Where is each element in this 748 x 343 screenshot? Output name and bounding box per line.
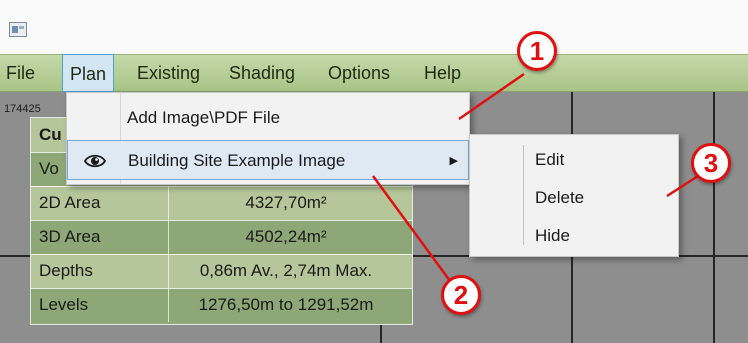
callout-1: 1 xyxy=(517,31,557,71)
submenu-item-delete[interactable]: Delete xyxy=(535,188,584,208)
info-row: 3D Area 4502,24m² xyxy=(31,220,412,254)
info-value: 4327,70m² xyxy=(245,193,327,212)
info-label: Depths xyxy=(39,261,93,280)
grid-line xyxy=(713,92,715,343)
info-row: Levels 1276,50m to 1291,52m xyxy=(31,288,412,322)
menu-shading[interactable]: Shading xyxy=(229,63,295,84)
menu-options[interactable]: Options xyxy=(328,63,390,84)
coordinate-label: 174425 xyxy=(4,103,41,115)
submenu-item-edit[interactable]: Edit xyxy=(535,150,564,170)
info-label: Cu xyxy=(39,125,62,144)
info-row: Depths 0,86m Av., 2,74m Max. xyxy=(31,254,412,288)
menu-file[interactable]: File xyxy=(6,63,35,84)
info-label: Levels xyxy=(39,295,89,314)
menu-item-label: Add Image\PDF File xyxy=(127,108,281,127)
callout-3: 3 xyxy=(691,143,731,183)
info-value: 1276,50m to 1291,52m xyxy=(198,295,374,314)
menu-existing[interactable]: Existing xyxy=(137,63,200,84)
info-label: 3D Area xyxy=(39,227,101,246)
image-submenu: Edit Delete Hide xyxy=(469,134,679,257)
plan-dropdown-menu: Add Image\PDF File Building Site Example… xyxy=(66,92,470,185)
info-row: 2D Area 4327,70m² xyxy=(31,186,412,220)
info-label: 2D Area xyxy=(39,193,101,212)
menu-item-label: Building Site Example Image xyxy=(128,151,346,170)
menu-help[interactable]: Help xyxy=(424,63,461,84)
menu-item-building-site-image[interactable]: Building Site Example Image ▶ xyxy=(67,140,469,180)
submenu-arrow-icon: ▶ xyxy=(449,155,458,167)
callout-2: 2 xyxy=(441,275,481,315)
title-bar xyxy=(0,0,748,54)
menu-plan[interactable]: Plan xyxy=(62,54,115,92)
menu-bar: File Plan Existing Shading Options Help xyxy=(0,54,748,92)
info-label: Vo xyxy=(39,159,59,178)
menu-item-add-image-pdf[interactable]: Add Image\PDF File xyxy=(67,98,469,138)
info-value: 4502,24m² xyxy=(245,227,327,246)
submenu-item-hide[interactable]: Hide xyxy=(535,226,570,246)
app-icon xyxy=(9,22,27,37)
info-value: 0,86m Av., 2,74m Max. xyxy=(199,261,373,280)
eye-icon xyxy=(84,154,106,168)
